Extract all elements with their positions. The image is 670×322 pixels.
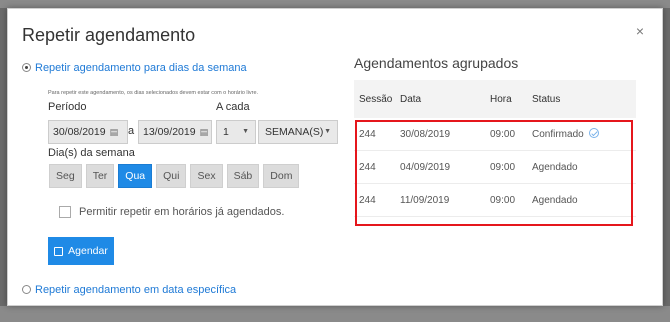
allow-repeat-label[interactable]: Permitir repetir em horários já agendado… bbox=[79, 206, 284, 218]
repeat-appointment-dialog: Repetir agendamento × Repetir agendament… bbox=[7, 8, 663, 306]
background-bottom bbox=[0, 306, 670, 322]
close-icon[interactable]: × bbox=[636, 23, 644, 39]
grouped-title: Agendamentos agrupados bbox=[354, 55, 519, 71]
weekday-button-sab[interactable]: Sáb bbox=[226, 164, 260, 188]
start-date-field[interactable]: 30/08/2019 ▤ bbox=[48, 120, 128, 144]
weekday-button-ter[interactable]: Ter bbox=[85, 164, 115, 188]
cell-time: 09:00 bbox=[490, 161, 516, 173]
chevron-down-icon: ▼ bbox=[242, 128, 249, 135]
allow-repeat-row[interactable]: Permitir repetir em horários já agendado… bbox=[59, 206, 284, 218]
dialog-title: Repetir agendamento bbox=[22, 25, 196, 45]
frequency-label: A cada bbox=[216, 101, 250, 113]
calendar-icon bbox=[54, 246, 64, 256]
weekday-button-qua[interactable]: Qua bbox=[118, 164, 153, 188]
column-header-time: Hora bbox=[490, 93, 512, 105]
cell-status: Agendado bbox=[532, 194, 578, 206]
option-weekdays[interactable]: Repetir agendamento para dias da semana bbox=[22, 58, 247, 76]
frequency-unit-value: SEMANA(S) bbox=[265, 126, 324, 138]
start-date-value: 30/08/2019 bbox=[53, 126, 106, 138]
column-header-status: Status bbox=[532, 93, 561, 105]
cell-date: 11/09/2019 bbox=[400, 194, 450, 206]
cell-session: 244 bbox=[359, 161, 376, 173]
end-date-field[interactable]: 13/09/2019 ▤ bbox=[138, 120, 212, 144]
cell-status: Confirmado bbox=[526, 128, 636, 140]
radio-weekdays[interactable] bbox=[22, 63, 31, 72]
hint-text: Para repetir este agendamento, os dias s… bbox=[48, 90, 259, 96]
agendar-button-label: Agendar bbox=[68, 245, 108, 257]
table-row: 244 11/09/2019 09:00 Agendado bbox=[354, 184, 636, 217]
option-specific-date[interactable]: Repetir agendamento em data específica bbox=[22, 280, 236, 298]
cell-date: 04/09/2019 bbox=[400, 161, 451, 173]
frequency-count-value: 1 bbox=[223, 126, 229, 138]
background-top bbox=[0, 0, 670, 8]
grouped-table: Sessão Data Hora Status 244 30/08/2019 0… bbox=[354, 80, 636, 217]
cell-session: 244 bbox=[359, 128, 376, 140]
weekday-button-seg[interactable]: Seg bbox=[49, 164, 82, 188]
weekday-button-dom[interactable]: Dom bbox=[263, 164, 300, 188]
option-weekdays-label[interactable]: Repetir agendamento para dias da semana bbox=[35, 62, 247, 74]
frequency-unit-select[interactable]: SEMANA(S) ▼ bbox=[258, 120, 338, 144]
table-row: 244 30/08/2019 09:00 Confirmado bbox=[354, 118, 636, 151]
weekday-button-qui[interactable]: Qui bbox=[156, 164, 187, 188]
calendar-icon[interactable]: ▤ bbox=[200, 127, 209, 137]
column-header-session: Sessão bbox=[359, 93, 393, 105]
cell-session: 244 bbox=[359, 194, 376, 206]
table-row: 244 04/09/2019 09:00 Agendado bbox=[354, 151, 636, 184]
end-date-value: 13/09/2019 bbox=[143, 126, 196, 138]
table-header: Sessão Data Hora Status bbox=[354, 80, 636, 118]
cell-date: 30/08/2019 bbox=[400, 128, 451, 140]
allow-repeat-checkbox[interactable] bbox=[59, 206, 71, 218]
cell-time: 09:00 bbox=[490, 128, 516, 140]
weekday-buttons: Seg Ter Qua Qui Sex Sáb Dom bbox=[49, 164, 300, 188]
cell-time: 09:00 bbox=[490, 194, 516, 206]
option-specific-label[interactable]: Repetir agendamento em data específica bbox=[35, 284, 236, 296]
calendar-icon[interactable]: ▤ bbox=[110, 127, 119, 137]
column-header-date: Data bbox=[400, 93, 422, 105]
weekday-button-sex[interactable]: Sex bbox=[190, 164, 223, 188]
status-text: Confirmado bbox=[532, 129, 584, 140]
cell-status: Agendado bbox=[532, 161, 578, 173]
weekdays-label: Dia(s) da semana bbox=[48, 147, 135, 159]
frequency-count-select[interactable]: 1 ▼ bbox=[216, 120, 256, 144]
agendar-button[interactable]: Agendar bbox=[48, 237, 114, 265]
period-label: Período bbox=[48, 101, 87, 113]
check-circle-icon bbox=[588, 128, 599, 138]
chevron-down-icon: ▼ bbox=[324, 128, 331, 135]
period-separator: a bbox=[128, 125, 135, 137]
radio-specific-date[interactable] bbox=[22, 285, 31, 294]
